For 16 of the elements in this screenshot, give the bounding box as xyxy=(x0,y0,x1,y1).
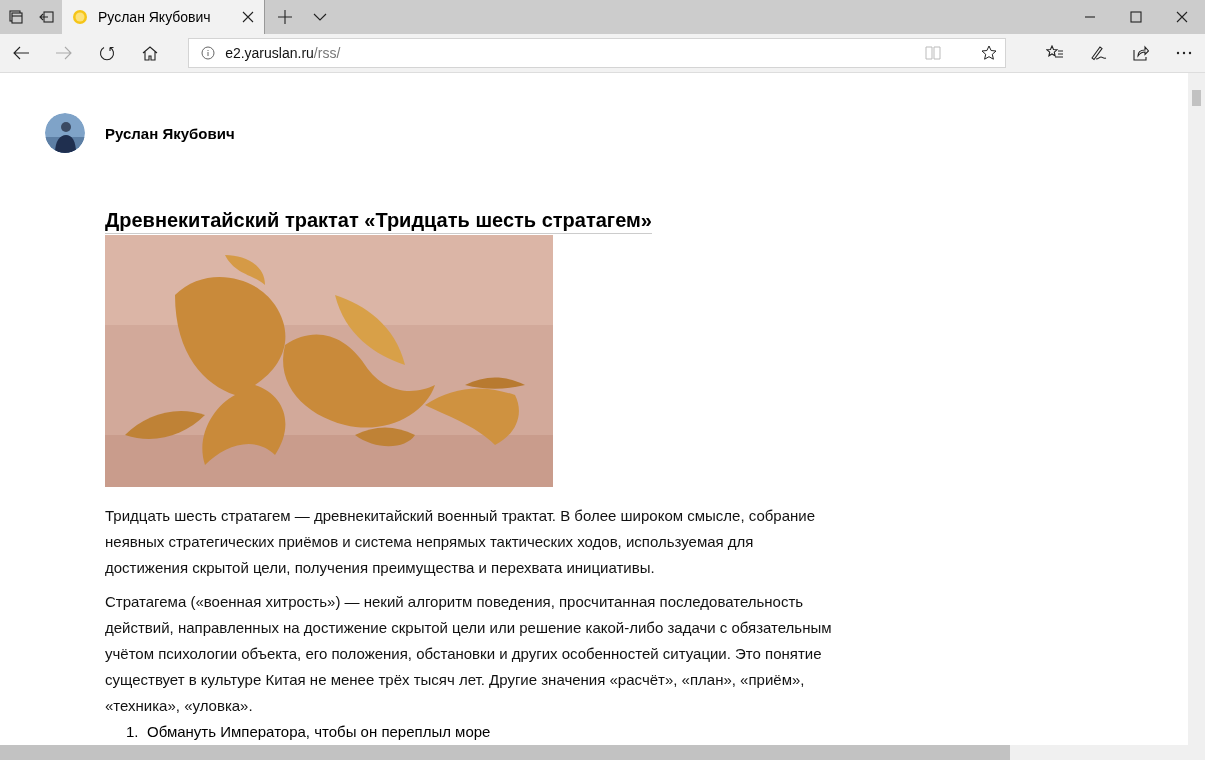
close-icon[interactable] xyxy=(242,11,254,23)
list-number: 1. xyxy=(126,722,139,742)
list-item: Обмануть Императора, чтобы он переплыл море xyxy=(147,722,491,742)
avatar xyxy=(45,113,85,153)
browser-tab[interactable]: Руслан Якубович xyxy=(62,0,264,34)
address-bar[interactable]: e2.yaruslan.ru/rss/ xyxy=(188,38,1006,68)
vertical-scrollbar[interactable] xyxy=(1188,73,1205,745)
post-title[interactable]: Древнекитайский трактат «Тридцать шесть стратагем» xyxy=(105,208,652,234)
author-name[interactable]: Руслан Якубович xyxy=(105,124,235,142)
paragraph: Стратагема («военная хитрость») — некий алгоритм поведения, просчитанная последовательность действий, направленных на достижение скрытой цели или решение какой-либо задачи с обязательным учётом психологии объекта, его положения, обстановки и других особенностей ситуации. Это понятие существует в культуре Китая не менее трёх тысяч лет. Другие значения «расчёт», «план», «приём», «техника», «уловка». xyxy=(105,592,833,716)
paragraph: Тридцать шесть стратагем — древнекитайский военный трактат. В более широком смысле, собрание неявных стратегических приёмов и система непрямых тактических ходов, используемая для достижения скрытой цели, получения преимущества и перехвата инициативы. xyxy=(105,506,817,578)
horizontal-scrollbar[interactable] xyxy=(0,745,1205,760)
star-icon[interactable] xyxy=(981,45,997,61)
info-icon xyxy=(201,46,216,60)
favicon-icon xyxy=(72,9,88,25)
url-text: e2.yaruslan.ru/rss/ xyxy=(225,45,342,61)
